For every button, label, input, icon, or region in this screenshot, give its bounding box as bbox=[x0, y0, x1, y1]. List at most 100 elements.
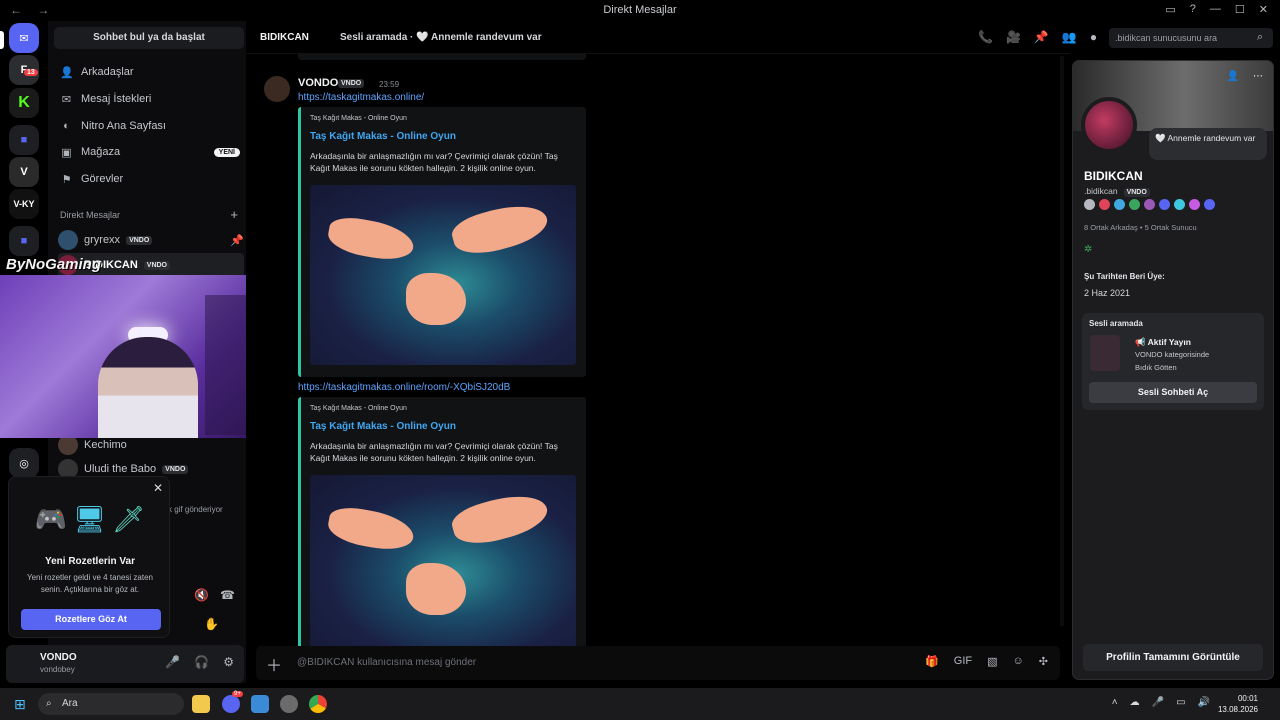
taskbar-search[interactable]: Ara bbox=[38, 693, 184, 715]
join-voice-button[interactable]: Sesli Sohbeti Aç bbox=[1089, 382, 1257, 403]
badge-icon[interactable] bbox=[1084, 199, 1095, 210]
network-icon[interactable]: ▭ bbox=[1176, 697, 1185, 708]
badge-icon[interactable] bbox=[1174, 199, 1185, 210]
soundboard-icon[interactable]: ✋ bbox=[204, 617, 219, 631]
app-icon[interactable] bbox=[251, 695, 269, 713]
view-badges-button[interactable]: Rozetlere Göz At bbox=[21, 609, 161, 630]
mutual-info[interactable]: 8 Ortak Arkadaş • 5 Ortak Sunucu bbox=[1084, 223, 1197, 232]
embed-site-name: Taş Kağıt Makas - Online Oyun bbox=[310, 115, 407, 122]
pin-icon[interactable]: 📌 bbox=[230, 234, 244, 247]
nav-nitro[interactable]: ◐ Nitro Ana Sayfası bbox=[60, 116, 240, 136]
find-conversation-button[interactable]: Sohbet bul ya da başlat bbox=[54, 27, 244, 49]
user-profile-icon[interactable]: ● bbox=[1090, 30, 1097, 44]
voice-participants-avatars bbox=[1090, 335, 1120, 371]
friends-icon: 👤 bbox=[60, 66, 74, 79]
user-display-name: VONDO bbox=[40, 652, 77, 663]
member-since-label: Şu Tarihten Beri Üye: bbox=[1084, 272, 1165, 281]
folder-icon[interactable]: ■ bbox=[9, 125, 39, 155]
avatar[interactable] bbox=[264, 76, 290, 102]
embed-title[interactable]: Taş Kağıt Makas - Online Oyun bbox=[310, 421, 456, 432]
add-friend-icon[interactable]: 👥 bbox=[1062, 30, 1077, 44]
server-kick-icon[interactable]: K bbox=[9, 88, 39, 118]
connection-icon[interactable]: ✲ bbox=[1084, 244, 1092, 255]
discord-badge: 9+ bbox=[232, 691, 243, 697]
folder-icon[interactable]: ■ bbox=[9, 226, 39, 256]
inbox-icon[interactable]: ▭ bbox=[1165, 3, 1175, 16]
help-icon[interactable]: ? bbox=[1190, 3, 1196, 16]
embed-description: Arkadaşınla bir anlaşmazlığın mı var? Çe… bbox=[310, 441, 558, 463]
badge-icon[interactable] bbox=[1114, 199, 1125, 210]
minimize-icon[interactable]: — bbox=[1210, 3, 1221, 16]
search-icon: ⌕ bbox=[46, 698, 52, 709]
hangup-icon[interactable]: ☎ bbox=[220, 588, 235, 602]
microphone-icon[interactable]: 🎤 bbox=[165, 655, 180, 669]
previous-embed-edge bbox=[298, 54, 586, 60]
add-attachment-icon[interactable]: ＋ bbox=[266, 652, 282, 676]
profile-badges bbox=[1084, 199, 1215, 210]
create-dm-icon[interactable]: + bbox=[230, 207, 238, 222]
message-input[interactable]: @BIDIKCAN kullanıcısına mesaj gönder bbox=[297, 657, 476, 668]
nav-message-requests[interactable]: ✉ Mesaj İstekleri bbox=[60, 89, 240, 109]
hand-paper bbox=[325, 503, 417, 555]
volume-icon[interactable]: 🔊 bbox=[1198, 697, 1210, 708]
emoji-icon[interactable]: ☺ bbox=[1013, 655, 1024, 668]
message-author[interactable]: VONDO bbox=[298, 77, 338, 89]
pin-icon[interactable]: 📌 bbox=[1034, 30, 1049, 44]
message-link[interactable]: https://taskagitmakas.online/room/-XQbiS… bbox=[298, 382, 510, 393]
settings-gear-icon[interactable]: ⚙ bbox=[223, 655, 234, 669]
embed-image[interactable] bbox=[310, 475, 576, 655]
profile-username: .bidikcan VNDO bbox=[1084, 186, 1150, 197]
nav-shop[interactable]: ▣ Mağaza YENİ bbox=[60, 142, 240, 162]
scrollbar[interactable] bbox=[1060, 56, 1064, 626]
dm-section-header: Direkt Mesajlar + bbox=[60, 207, 240, 222]
nav-label: Mesaj İstekleri bbox=[81, 93, 152, 105]
title-bar: ← → Direkt Mesajlar ▭ ? — ☐ ✕ bbox=[0, 0, 1280, 21]
discord-icon[interactable] bbox=[222, 695, 240, 713]
windows-start-icon[interactable]: ⊞ bbox=[14, 696, 26, 713]
maximize-icon[interactable]: ☐ bbox=[1235, 3, 1245, 16]
microphone-icon[interactable]: 🎤 bbox=[1152, 697, 1164, 708]
cloud-icon[interactable]: ☁ bbox=[1130, 697, 1140, 708]
video-call-icon[interactable]: 🎥 bbox=[1006, 30, 1021, 44]
embed-title[interactable]: Taş Kağıt Makas - Online Oyun bbox=[310, 131, 456, 142]
mute-stream-icon[interactable]: 🔇 bbox=[194, 588, 209, 602]
nav-quests[interactable]: ⚑ Görevler bbox=[60, 169, 240, 189]
gift-icon[interactable]: 🎁 bbox=[925, 655, 939, 668]
view-full-profile-button[interactable]: Profilin Tamamını Görüntüle bbox=[1083, 644, 1263, 671]
chevron-up-icon[interactable]: ˄ bbox=[1112, 697, 1118, 708]
badge-icon[interactable] bbox=[1144, 199, 1155, 210]
gif-icon[interactable]: GIF bbox=[954, 655, 972, 668]
nav-friends[interactable]: 👤 Arkadaşlar bbox=[60, 62, 240, 82]
search-input[interactable]: .bidikcan sunucusunu ara bbox=[1109, 28, 1273, 48]
headphones-icon[interactable]: 🎧 bbox=[194, 655, 209, 669]
popup-title: Yeni Rozetlerin Var bbox=[44, 556, 136, 567]
embed-image[interactable] bbox=[310, 185, 576, 365]
voice-call-icon[interactable]: 📞 bbox=[978, 30, 993, 44]
close-icon[interactable]: ✕ bbox=[153, 481, 163, 495]
message-link[interactable]: https://taskagitmakas.online/ bbox=[298, 92, 424, 103]
new-badges-popup: ✕ 🎮 🖥 🗡 Yeni Rozetlerin Var Yeni rozetle… bbox=[8, 476, 170, 638]
discord-home-icon[interactable]: ✉ bbox=[9, 23, 39, 53]
dm-name: gryrexx bbox=[84, 234, 121, 246]
badge-icon[interactable] bbox=[1099, 199, 1110, 210]
user-handle: vondobey bbox=[40, 665, 75, 674]
add-friend-icon[interactable]: 👤 bbox=[1227, 71, 1239, 82]
close-window-icon[interactable]: ✕ bbox=[1259, 3, 1268, 16]
server-v-icon[interactable]: V bbox=[9, 157, 39, 187]
file-explorer-icon[interactable] bbox=[192, 695, 210, 713]
dm-item-gryrexx[interactable]: gryrexx VNDO 📌 bbox=[58, 228, 244, 252]
server-vky[interactable]: V-KY bbox=[9, 189, 39, 219]
badge-icon[interactable] bbox=[1204, 199, 1215, 210]
badge-icon[interactable] bbox=[1159, 199, 1170, 210]
chrome-icon[interactable] bbox=[309, 695, 327, 713]
badge-icon[interactable] bbox=[1189, 199, 1200, 210]
badge-icon[interactable] bbox=[1129, 199, 1140, 210]
clock[interactable]: 00:01 13.08.2026 bbox=[1218, 693, 1258, 715]
profile-avatar[interactable] bbox=[1081, 97, 1137, 153]
more-options-icon[interactable]: ⋯ bbox=[1253, 71, 1263, 82]
obs-icon[interactable] bbox=[280, 695, 298, 713]
chat-recipient-name[interactable]: BIDIKCAN bbox=[260, 32, 309, 43]
apps-icon[interactable]: ✣ bbox=[1039, 655, 1048, 668]
server-icon[interactable]: ◎ bbox=[9, 448, 39, 478]
sticker-icon[interactable]: ▧ bbox=[987, 655, 997, 668]
